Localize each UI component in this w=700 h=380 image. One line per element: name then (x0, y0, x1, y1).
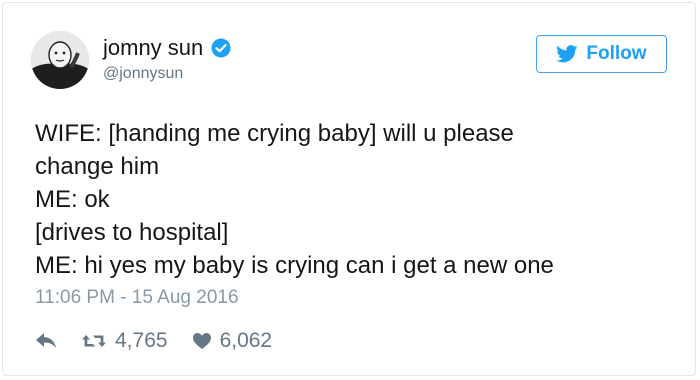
tweet-text: WIFE: [handing me crying baby] will u pl… (35, 117, 675, 282)
tweet-timestamp[interactable]: 11:06 PM - 15 Aug 2016 (35, 287, 239, 309)
tweet-line: ME: hi yes my baby is crying can i get a… (35, 252, 554, 279)
reply-button[interactable] (35, 332, 57, 350)
tweet-actions: 4,765 6,062 (35, 327, 272, 355)
tweet-line: change him (35, 153, 160, 180)
verified-badge-icon (211, 38, 231, 58)
follow-button[interactable]: Follow (536, 35, 667, 73)
heart-icon (192, 332, 212, 350)
twitter-bird-icon (556, 45, 578, 63)
user-handle[interactable]: @jonnysun (103, 63, 231, 85)
reply-icon (35, 332, 57, 350)
avatar[interactable] (31, 31, 89, 89)
like-button[interactable]: 6,062 (192, 329, 273, 353)
retweet-count: 4,765 (115, 329, 168, 352)
display-name-row: jomny sun (103, 35, 231, 61)
like-count: 6,062 (219, 329, 273, 352)
follow-label: Follow (586, 43, 647, 64)
tweet-line: ME: ok (35, 186, 110, 213)
retweet-icon (81, 331, 107, 351)
avatar-image (31, 31, 89, 89)
tweet-line: [drives to hospital] (35, 219, 229, 246)
tweet-line: WIFE: [handing me crying baby] will u pl… (35, 120, 514, 147)
retweet-button[interactable]: 4,765 (81, 329, 168, 353)
tweet-card: jomny sun @jonnysun Follow WIFE: [handin… (2, 2, 696, 376)
profile-info: jomny sun @jonnysun (103, 35, 231, 85)
display-name[interactable]: jomny sun (103, 35, 203, 61)
